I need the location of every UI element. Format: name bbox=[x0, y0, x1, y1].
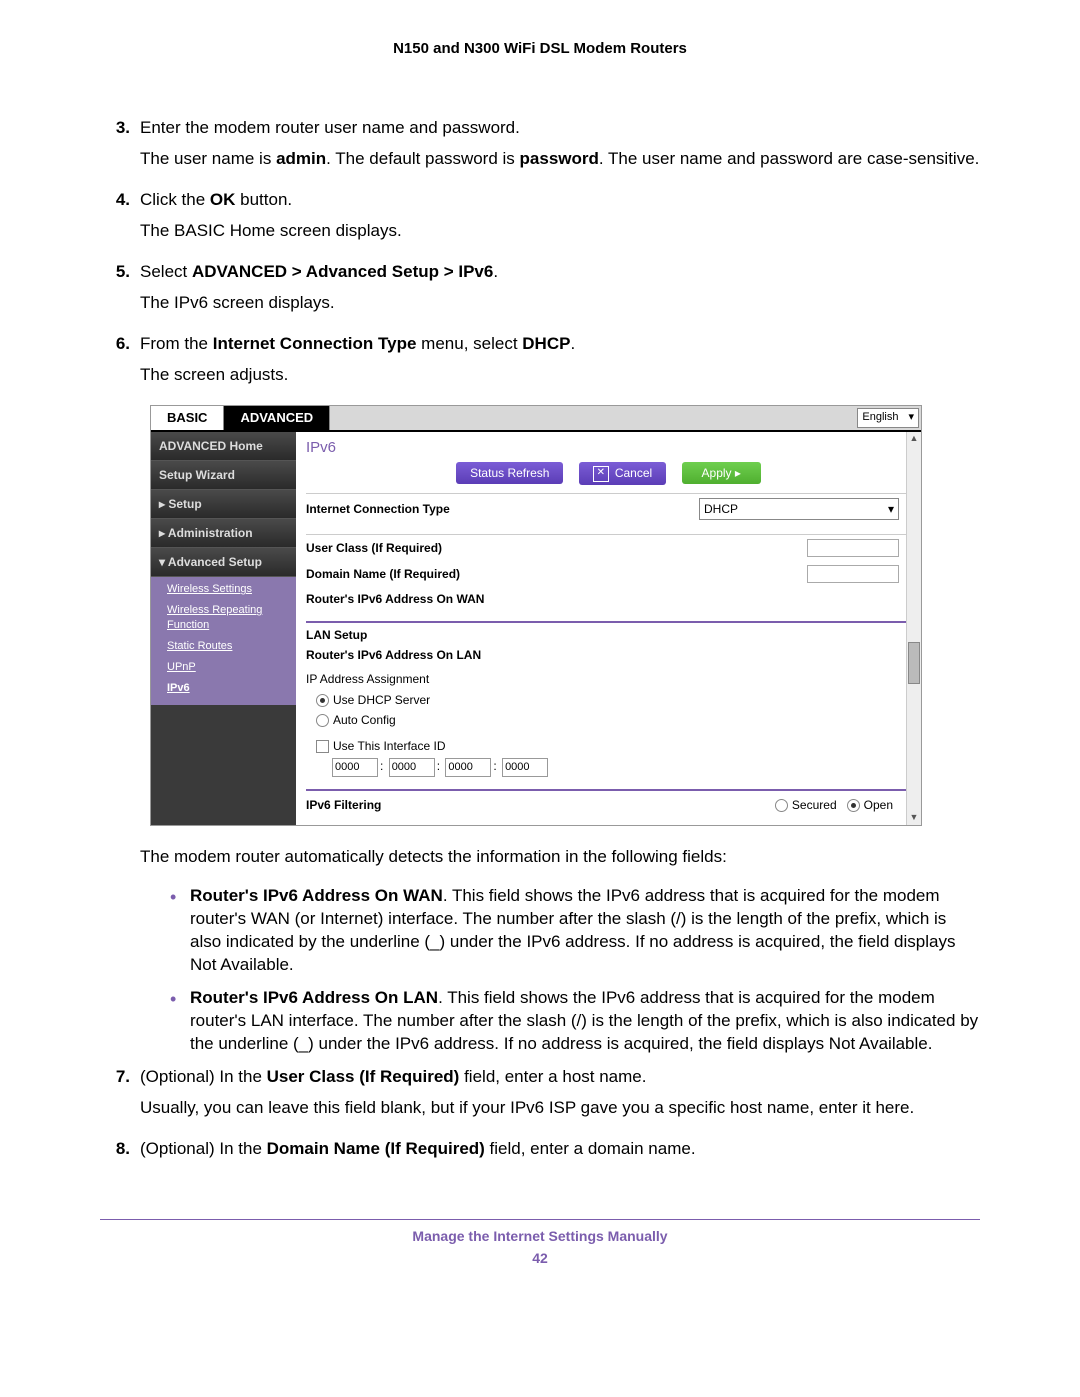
radio-icon bbox=[316, 694, 329, 707]
chevron-down-icon: ▾ bbox=[888, 501, 894, 517]
sidebar-item-wizard[interactable]: Setup Wizard bbox=[151, 461, 296, 490]
radio-secured[interactable]: Secured bbox=[775, 798, 837, 812]
step-text: (Optional) In the Domain Name (If Requir… bbox=[140, 1138, 980, 1161]
user-class-input[interactable] bbox=[807, 539, 899, 557]
sidebar-link-upnp[interactable]: UPnP bbox=[167, 657, 296, 678]
step-text: The modem router automatically detects t… bbox=[140, 846, 980, 869]
page-number: 42 bbox=[100, 1250, 980, 1266]
step-text: From the Internet Connection Type menu, … bbox=[140, 333, 980, 356]
iface-id-input[interactable]: 0000 bbox=[332, 758, 378, 777]
apply-button[interactable]: Apply ▸ bbox=[682, 462, 761, 484]
label-filtering: IPv6 Filtering bbox=[306, 797, 775, 813]
bullet-item: Router's IPv6 Address On LAN. This field… bbox=[170, 987, 980, 1056]
step-text: The IPv6 screen displays. bbox=[140, 292, 980, 315]
page-title: IPv6 bbox=[306, 438, 911, 458]
step-number: 7. bbox=[100, 1066, 140, 1128]
content-pane: ▲ ▼ IPv6 Status Refresh ✕Cancel Apply ▸ … bbox=[296, 432, 921, 825]
label-user-class: User Class (If Required) bbox=[306, 540, 807, 556]
step-text: Enter the modem router user name and pas… bbox=[140, 117, 980, 140]
step-number: 3. bbox=[100, 117, 140, 179]
step-text: (Optional) In the User Class (If Require… bbox=[140, 1066, 980, 1089]
checkbox-icon bbox=[316, 740, 329, 753]
sidebar-item-setup[interactable]: ▸ Setup bbox=[151, 490, 296, 519]
document-header: N150 and N300 WiFi DSL Modem Routers bbox=[100, 40, 980, 57]
step-number: 4. bbox=[100, 189, 140, 251]
step-number: 8. bbox=[100, 1138, 140, 1169]
status-refresh-button[interactable]: Status Refresh bbox=[456, 462, 563, 484]
sidebar-link-wireless[interactable]: Wireless Settings bbox=[167, 579, 296, 600]
sidebar-item-home[interactable]: ADVANCED Home bbox=[151, 432, 296, 461]
step-text: Usually, you can leave this field blank,… bbox=[140, 1097, 980, 1120]
checkbox-interface-id[interactable]: Use This Interface ID bbox=[306, 738, 911, 754]
language-select[interactable]: English▾ bbox=[857, 408, 919, 428]
tab-advanced[interactable]: ADVANCED bbox=[224, 406, 330, 430]
sidebar-item-advanced-setup[interactable]: ▾ Advanced Setup bbox=[151, 548, 296, 577]
scrollbar[interactable]: ▲ ▼ bbox=[906, 432, 921, 825]
sidebar-link-repeating[interactable]: Wireless Repeating Function bbox=[167, 600, 296, 636]
sidebar-link-routes[interactable]: Static Routes bbox=[167, 636, 296, 657]
label-ip-assign: IP Address Assignment bbox=[306, 671, 911, 687]
chevron-down-icon: ▾ bbox=[908, 410, 914, 425]
step-text: The BASIC Home screen displays. bbox=[140, 220, 980, 243]
step-text: The screen adjusts. bbox=[140, 364, 980, 387]
close-icon: ✕ bbox=[593, 466, 609, 482]
sidebar-item-admin[interactable]: ▸ Administration bbox=[151, 519, 296, 548]
radio-icon bbox=[847, 799, 860, 812]
scroll-up-icon[interactable]: ▲ bbox=[907, 432, 921, 446]
label-wan-addr: Router's IPv6 Address On WAN bbox=[306, 591, 911, 607]
step-number: 5. bbox=[100, 261, 140, 323]
router-screenshot: BASIC ADVANCED English▾ ADVANCED Home Se… bbox=[150, 405, 922, 826]
sidebar: ADVANCED Home Setup Wizard ▸ Setup ▸ Adm… bbox=[151, 432, 296, 825]
iface-id-input[interactable]: 0000 bbox=[389, 758, 435, 777]
sidebar-link-ipv6[interactable]: IPv6 bbox=[167, 678, 296, 699]
scroll-thumb[interactable] bbox=[908, 642, 920, 684]
radio-dhcp[interactable]: Use DHCP Server bbox=[306, 692, 911, 708]
iface-id-input[interactable]: 0000 bbox=[445, 758, 491, 777]
radio-icon bbox=[775, 799, 788, 812]
radio-icon bbox=[316, 714, 329, 727]
step-text: The user name is admin. The default pass… bbox=[140, 148, 980, 171]
cancel-button[interactable]: ✕Cancel bbox=[579, 462, 666, 485]
radio-auto[interactable]: Auto Config bbox=[306, 712, 911, 728]
step-number: 6. bbox=[100, 333, 140, 395]
iface-id-input[interactable]: 0000 bbox=[502, 758, 548, 777]
conn-type-select[interactable]: DHCP▾ bbox=[699, 498, 899, 520]
label-lan-setup: LAN Setup bbox=[306, 627, 911, 643]
step-text: Select ADVANCED > Advanced Setup > IPv6. bbox=[140, 261, 980, 284]
bullet-item: Router's IPv6 Address On WAN. This field… bbox=[170, 885, 980, 977]
radio-open[interactable]: Open bbox=[847, 798, 893, 812]
tab-basic[interactable]: BASIC bbox=[151, 406, 224, 430]
label-domain-name: Domain Name (If Required) bbox=[306, 566, 807, 582]
step-text: Click the OK button. bbox=[140, 189, 980, 212]
scroll-down-icon[interactable]: ▼ bbox=[907, 811, 921, 825]
label-conn-type: Internet Connection Type bbox=[306, 501, 699, 517]
domain-name-input[interactable] bbox=[807, 565, 899, 583]
label-lan-addr: Router's IPv6 Address On LAN bbox=[306, 647, 911, 663]
footer-title: Manage the Internet Settings Manually bbox=[100, 1228, 980, 1244]
